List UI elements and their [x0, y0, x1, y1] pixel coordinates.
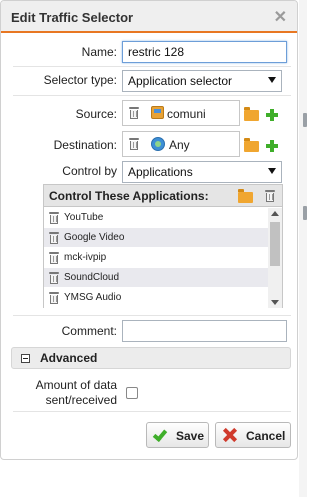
advanced-section-header[interactable]: Advanced: [11, 347, 291, 369]
name-input[interactable]: restric 128: [122, 41, 287, 63]
save-button-label: Save: [176, 429, 205, 443]
data-amount-label-line1: Amount of data: [35, 378, 117, 392]
application-item[interactable]: YMSG Audio: [44, 288, 269, 308]
trash-icon[interactable]: [265, 190, 275, 202]
destination-row: Destination: Any: [1, 130, 297, 160]
cancel-button-label: Cancel: [246, 429, 286, 443]
application-item[interactable]: YouTube: [44, 208, 269, 228]
application-item[interactable]: SoundCloud: [44, 268, 269, 288]
save-button[interactable]: Save: [146, 422, 209, 448]
cancel-button[interactable]: Cancel: [215, 422, 291, 448]
trash-icon[interactable]: [129, 107, 139, 119]
name-row: Name: restric 128: [1, 39, 297, 67]
comment-row: Comment:: [1, 317, 297, 345]
divider: [13, 315, 291, 316]
trash-icon[interactable]: [49, 232, 59, 244]
application-name: mck-ivpip: [64, 252, 107, 263]
folder-icon[interactable]: [244, 107, 259, 121]
background-window-edge: [299, 0, 307, 497]
application-name: Google Video: [64, 232, 125, 243]
dialog-title: Edit Traffic Selector: [11, 10, 134, 25]
chevron-down-icon: [268, 77, 276, 83]
name-label: Name:: [81, 45, 117, 59]
control-by-label: Control by: [62, 164, 117, 178]
collapse-icon[interactable]: [21, 354, 30, 363]
destination-field[interactable]: Any: [122, 131, 240, 157]
trash-icon[interactable]: [49, 252, 59, 264]
dialog-titlebar: Edit Traffic Selector ✕: [1, 1, 297, 33]
application-name: SoundCloud: [64, 272, 120, 283]
applications-list[interactable]: YouTube Google Video mck-ivpip SoundClou…: [44, 208, 269, 308]
background-tab-marker: [303, 113, 307, 127]
comment-label: Comment:: [61, 324, 117, 338]
chevron-down-icon: [268, 168, 276, 174]
divider: [13, 95, 291, 96]
globe-icon: [151, 137, 165, 151]
close-icon[interactable]: ✕: [274, 7, 287, 27]
control-by-select[interactable]: Applications: [122, 161, 282, 183]
data-amount-checkbox[interactable]: [126, 387, 138, 399]
trash-icon[interactable]: [49, 272, 59, 284]
data-amount-label-line2: sent/received: [45, 393, 117, 407]
selector-type-label: Selector type:: [43, 73, 117, 87]
checkmark-icon: [152, 426, 168, 443]
add-icon[interactable]: [266, 109, 278, 121]
source-value: comuni: [167, 107, 206, 121]
source-row: Source: comuni: [1, 99, 297, 129]
source-field[interactable]: comuni: [122, 100, 240, 126]
source-label: Source:: [75, 107, 117, 121]
selector-type-select[interactable]: Application selector: [122, 70, 282, 92]
applications-header-title: Control These Applications:: [49, 189, 209, 203]
selector-type-row: Selector type: Application selector: [1, 67, 297, 95]
background-tab-marker: [303, 206, 307, 220]
edit-traffic-selector-dialog: Edit Traffic Selector ✕ Name: restric 12…: [0, 0, 298, 460]
data-amount-label: Amount of data sent/received: [36, 378, 117, 408]
selector-type-value: Application selector: [128, 74, 233, 88]
trash-icon[interactable]: [49, 212, 59, 224]
destination-label: Destination:: [53, 138, 117, 152]
scroll-up-icon[interactable]: [271, 211, 279, 216]
trash-icon[interactable]: [49, 292, 59, 304]
divider: [13, 411, 291, 412]
control-by-value: Applications: [128, 165, 193, 179]
comment-input[interactable]: [122, 320, 287, 342]
add-icon[interactable]: [266, 140, 278, 152]
folder-icon[interactable]: [238, 189, 253, 203]
advanced-title: Advanced: [40, 351, 98, 365]
trash-icon[interactable]: [129, 138, 139, 150]
cancel-x-icon: [223, 428, 237, 442]
application-item[interactable]: Google Video: [44, 228, 269, 248]
application-name: YMSG Audio: [64, 292, 122, 303]
applications-panel: Control These Applications: YouTube Goog…: [43, 184, 283, 308]
network-object-icon: [151, 106, 164, 119]
data-amount-row: Amount of data sent/received: [1, 377, 297, 409]
applications-scrollbar[interactable]: [268, 208, 282, 308]
scroll-down-icon[interactable]: [271, 300, 279, 305]
destination-value: Any: [169, 138, 190, 152]
scrollbar-thumb[interactable]: [270, 222, 280, 266]
folder-icon[interactable]: [244, 138, 259, 152]
application-name: YouTube: [64, 212, 104, 223]
applications-header: Control These Applications:: [44, 185, 282, 207]
application-item[interactable]: mck-ivpip: [44, 248, 269, 268]
